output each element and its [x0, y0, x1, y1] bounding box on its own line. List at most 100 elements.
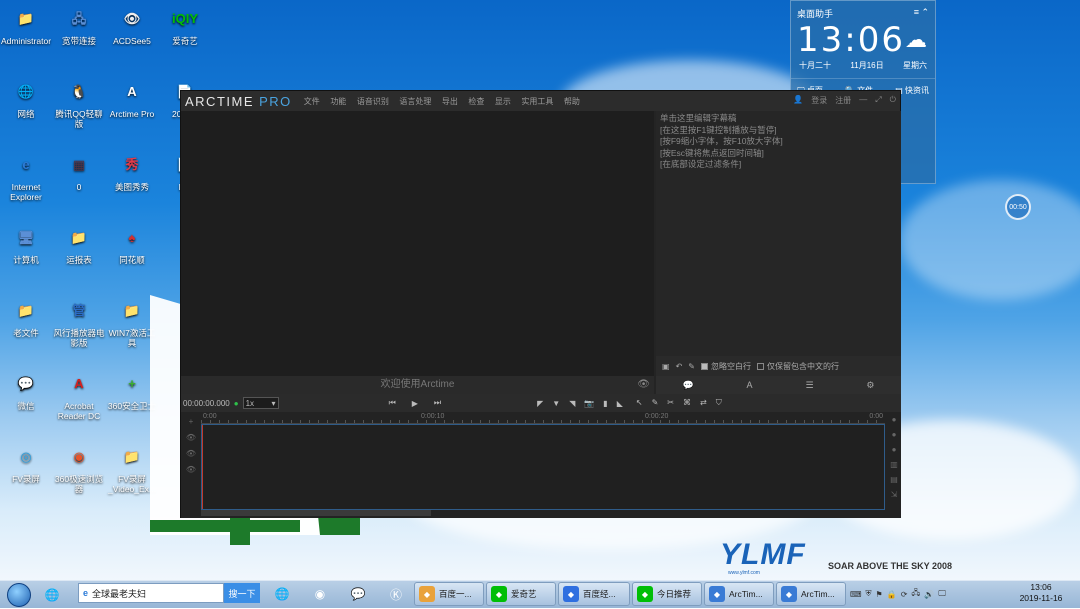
network-icon[interactable]: 🖧: [911, 587, 920, 601]
menu-speech-recognition[interactable]: 语音识别: [357, 97, 389, 106]
undo-icon[interactable]: ↶: [676, 362, 683, 371]
desktop-icon[interactable]: 💬 微信: [0, 369, 52, 411]
brand-name: ARCTIME: [185, 93, 254, 109]
desktop-icon[interactable]: 📁 运报表: [53, 223, 105, 265]
eye-icon[interactable]: 👁: [637, 376, 650, 394]
tab-subtitles-icon[interactable]: 💬: [682, 380, 693, 391]
cloud: [900, 180, 1080, 300]
desktop-icon[interactable]: 👁 ACDSee5: [106, 4, 158, 46]
next-frame-icon[interactable]: ⏭: [434, 398, 441, 408]
playhead[interactable]: [202, 425, 203, 509]
desktop-icon[interactable]: 📁 Administrator: [0, 4, 52, 46]
chrome-quicklaunch-icon[interactable]: ◉: [308, 584, 332, 604]
menu-check[interactable]: 检查: [468, 97, 484, 106]
k-quicklaunch-icon[interactable]: Ⓚ: [384, 584, 408, 604]
zoom-icon[interactable]: ●: [892, 445, 897, 454]
desktop-icon[interactable]: 管风行播放器电影版: [53, 296, 105, 348]
wechat-quicklaunch-icon[interactable]: 💬: [346, 584, 370, 604]
flag-icon[interactable]: ⚑: [876, 590, 883, 599]
timeline-tools-icons[interactable]: ◤▼◥📷▮◣: [537, 399, 632, 408]
play-icon[interactable]: ▶: [412, 399, 418, 408]
eye-icon[interactable]: 👁: [186, 433, 196, 442]
update-icon[interactable]: ⟳: [901, 590, 908, 599]
desktop-icon[interactable]: 🌐 网络: [0, 77, 52, 119]
app-icon: iQIY: [171, 11, 198, 26]
app-icon: 📁: [123, 303, 141, 318]
desktop-icon[interactable]: ♠ 同花顺: [106, 223, 158, 265]
timeline[interactable]: + 👁 👁 👁 0:00 0:00:10 0:00:20 0:00 ● ● ● …: [181, 412, 901, 518]
chart-icon[interactable]: ▤: [890, 475, 898, 484]
register-link[interactable]: 注册: [835, 95, 851, 106]
minimize-icon[interactable]: —: [859, 95, 867, 106]
eye-icon[interactable]: 👁: [186, 465, 196, 474]
menu-tools[interactable]: 实用工具: [521, 97, 553, 106]
taskbar-button[interactable]: ◆ ArcTim...: [776, 582, 846, 606]
app-icon: ◆: [709, 586, 725, 602]
speed-select[interactable]: 1x ▾: [242, 397, 279, 409]
menu-file[interactable]: 文件: [304, 97, 320, 106]
desktop-icon[interactable]: 🖧 宽带连接: [53, 4, 105, 46]
timeline-scrollbar[interactable]: [201, 510, 431, 516]
desktop-icon[interactable]: 秀美图秀秀: [106, 150, 158, 192]
prev-frame-icon[interactable]: ⏮: [389, 398, 396, 408]
zoom-icon[interactable]: ●: [892, 430, 897, 439]
ie-quicklaunch-icon[interactable]: 🌐: [270, 584, 294, 604]
keyboard-icon[interactable]: ⌨: [850, 590, 862, 599]
eye-icon[interactable]: 👁: [186, 449, 196, 458]
tab-list-icon[interactable]: ☰: [805, 380, 813, 391]
search-button[interactable]: 搜一下: [224, 583, 260, 603]
subtitle-editor[interactable]: 单击这里编辑字幕稿 [在这里按F1键控制播放与暂停] [按F9缩小字体，按F10…: [656, 111, 901, 356]
desktop-icon[interactable]: 🖥 计算机: [0, 223, 52, 265]
power-icon[interactable]: ⏻: [890, 95, 896, 106]
desktop-icon[interactable]: 🐧 腾讯QQ轻聊版: [53, 77, 105, 129]
search-input[interactable]: e 全球最老夫妇: [78, 583, 224, 603]
menu-function[interactable]: 功能: [330, 97, 346, 106]
zoom-icon[interactable]: ●: [892, 415, 897, 424]
desktop-icon[interactable]: A Acrobat Reader DC: [53, 369, 105, 421]
volume-icon[interactable]: 🔊: [924, 590, 934, 599]
skip-blank-label: 忽略空白行: [710, 361, 751, 371]
menu-language-processing[interactable]: 语言处理: [399, 97, 431, 106]
desktop-icon[interactable]: ▦ 0: [53, 150, 105, 192]
app-icon: ◆: [637, 586, 653, 602]
edit-icon[interactable]: ✎: [688, 362, 695, 371]
tab-style-icon[interactable]: A: [747, 380, 753, 390]
taskbar-button[interactable]: ◆ 百度一...: [414, 582, 484, 606]
desktop-icon[interactable]: ◎ FV录屏: [0, 442, 52, 484]
taskbar-button[interactable]: ◆ 百度经...: [558, 582, 630, 606]
track-area[interactable]: [201, 424, 885, 510]
menu-help[interactable]: 帮助: [564, 97, 580, 106]
save-icon[interactable]: ▣: [662, 362, 670, 371]
time-ruler[interactable]: 0:00 0:00:10 0:00:20 0:00: [201, 412, 885, 424]
edit-tools-icons[interactable]: ↖✎✂⌘⇄⛉: [636, 398, 731, 408]
add-track-icon[interactable]: +: [189, 417, 194, 426]
shield-icon[interactable]: ⛨: [866, 589, 872, 599]
app-icon: 📁: [123, 449, 141, 464]
desktop-icon[interactable]: e Internet Explorer: [0, 150, 52, 202]
skip-blank-checkbox[interactable]: 忽略空白行: [700, 361, 751, 372]
keep-chinese-checkbox[interactable]: 仅保留包含中文的行: [756, 361, 839, 372]
desktop-icon[interactable]: ◉ 360极速浏览器: [53, 442, 105, 494]
taskbar-button[interactable]: ◆ 爱奇艺: [486, 582, 556, 606]
recording-timer-badge[interactable]: 00:50: [1005, 194, 1031, 220]
maximize-icon[interactable]: ⤢: [875, 95, 881, 106]
tab-settings-icon[interactable]: ⚙: [866, 380, 874, 391]
lock-icon[interactable]: 🔒: [887, 590, 897, 599]
menu-export[interactable]: 导出: [442, 97, 458, 106]
widget-menu-icon[interactable]: ≡ ⌃: [914, 7, 929, 17]
start-button[interactable]: [0, 581, 38, 609]
fit-icon[interactable]: ⇲: [891, 490, 898, 499]
menu-display[interactable]: 显示: [495, 97, 511, 106]
taskbar-clock[interactable]: 13:06 2019-11-16: [1012, 582, 1070, 604]
desktop-icon[interactable]: iQIY 爱奇艺: [159, 4, 211, 46]
monitor-icon[interactable]: 🖵: [938, 589, 946, 599]
app-icon: 📁: [70, 230, 88, 245]
login-link[interactable]: 登录: [811, 95, 827, 106]
taskbar-button[interactable]: ◆ 今日推荐: [632, 582, 702, 606]
taskbar-button[interactable]: ◆ ArcTim...: [704, 582, 774, 606]
video-preview[interactable]: [181, 111, 654, 376]
desktop-icon[interactable]: A Arctime Pro: [106, 77, 158, 119]
browser-quicklaunch-icon[interactable]: 🌐: [40, 585, 64, 605]
waveform-icon[interactable]: ▥: [890, 460, 898, 469]
desktop-icon[interactable]: 📁 老文件: [0, 296, 52, 338]
